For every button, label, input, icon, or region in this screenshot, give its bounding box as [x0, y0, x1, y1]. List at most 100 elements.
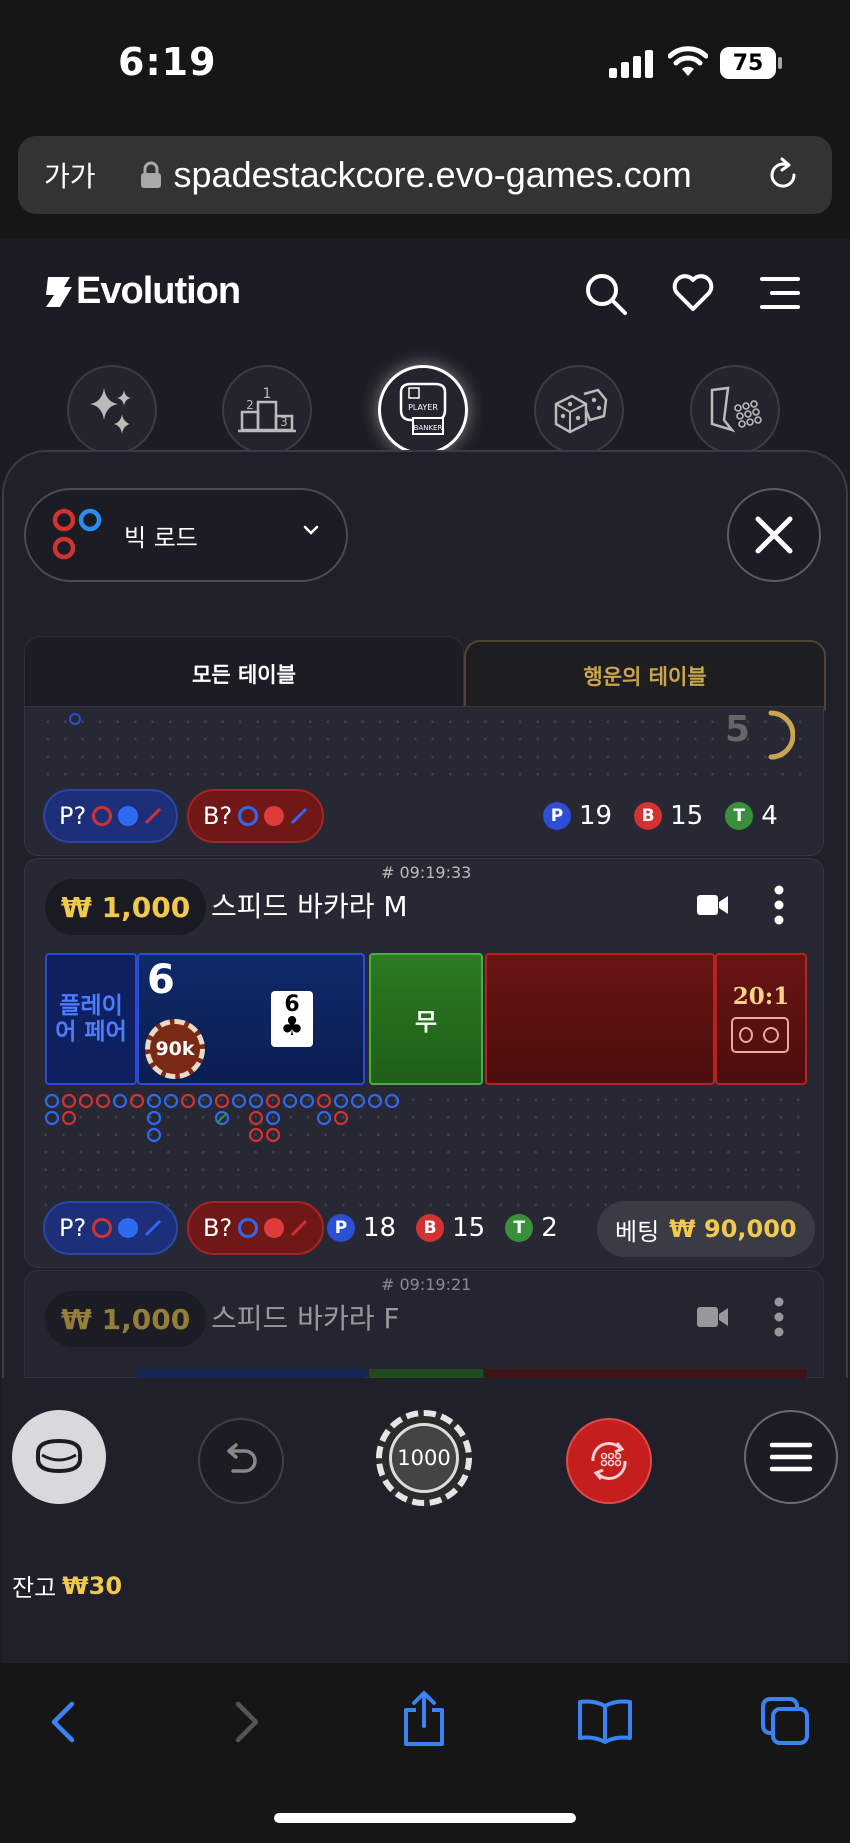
- baccarat-icon: PLAYER BANKER: [399, 382, 447, 435]
- status-time: 6:19: [118, 40, 217, 84]
- banker-pair-zone[interactable]: 20:1: [715, 953, 807, 1085]
- rebet-icon: [591, 1442, 627, 1480]
- podium-3-label: 3: [280, 415, 288, 429]
- rebet-button[interactable]: [566, 1418, 652, 1504]
- road-type-dropdown[interactable]: 빅 로드: [24, 488, 348, 582]
- wifi-icon: [668, 46, 708, 76]
- evolution-logo: Evolution: [44, 270, 241, 313]
- banker-pair-predict-button[interactable]: B?: [187, 789, 325, 843]
- player-score: 6: [147, 957, 175, 1003]
- roulette-icon: [710, 386, 762, 433]
- more-options-icon[interactable]: [773, 1297, 785, 1337]
- favorites-heart-icon[interactable]: [672, 272, 714, 312]
- big-road-icon: [52, 508, 102, 560]
- road-type-label: 빅 로드: [124, 523, 198, 552]
- tab-lucky-tables[interactable]: 행운의 테이블: [464, 640, 826, 710]
- video-camera-icon[interactable]: [697, 893, 729, 917]
- red-ring-icon: [92, 806, 113, 826]
- category-roulette[interactable]: [690, 365, 780, 455]
- balance-value: ₩30: [62, 1571, 123, 1600]
- chip-selector[interactable]: 1000: [376, 1410, 472, 1506]
- table-shape-icon: [36, 1438, 82, 1474]
- undo-button[interactable]: [198, 1418, 284, 1504]
- close-button[interactable]: [727, 488, 821, 582]
- cellular-signal-icon: [609, 50, 653, 78]
- search-icon[interactable]: [584, 272, 628, 316]
- evolution-logo-icon: [46, 276, 72, 307]
- playing-card: 6 ♣: [271, 991, 313, 1047]
- banker-pair-label: B?: [203, 1214, 233, 1242]
- player-pair-zone-label: 플레이어 페어: [55, 993, 127, 1045]
- player-zone[interactable]: 6 90k 6 ♣: [137, 953, 365, 1085]
- banker-pair-odds: 20:1: [732, 983, 790, 1010]
- placed-chip: 90k: [145, 1019, 205, 1079]
- table-view-button[interactable]: [12, 1410, 106, 1504]
- banker-badge: B: [634, 802, 663, 830]
- battery-indicator: 75: [720, 47, 776, 79]
- banker-pair-cards-icon: [731, 1017, 789, 1053]
- tie-count: 4: [761, 801, 778, 831]
- tab-all-tables[interactable]: 모든 테이블: [24, 636, 464, 710]
- banker-pair-predict-button[interactable]: B?: [187, 1201, 325, 1255]
- podium-2-label: 2: [246, 398, 254, 412]
- red-ring-icon: [92, 1218, 113, 1238]
- countdown-arc-icon: [768, 710, 795, 760]
- logo-text: Evolution: [76, 270, 241, 312]
- home-indicator: [274, 1813, 576, 1823]
- big-road-beads: [44, 1093, 400, 1143]
- banker-pair-label: B?: [203, 802, 233, 830]
- balance-label: 잔고: [12, 1574, 57, 1602]
- address-bar[interactable]: 가가 spadestackcore.evo-games.com: [18, 136, 832, 214]
- banker-zone[interactable]: [485, 953, 715, 1085]
- tabs-icon[interactable]: [760, 1696, 810, 1746]
- player-count: 19: [579, 801, 613, 831]
- reload-icon[interactable]: [764, 156, 802, 194]
- undo-icon: [227, 1443, 257, 1473]
- category-baccarat[interactable]: PLAYER BANKER: [378, 365, 468, 455]
- blue-slash-icon: [291, 807, 308, 825]
- blue-ring-icon: [238, 1218, 259, 1238]
- blue-dot-icon: [118, 806, 139, 826]
- table-card-speed-baccarat-f[interactable]: # 09:19:21 ₩ 1,000 스피드 바카라 F: [24, 1270, 824, 1379]
- menu-icon: [769, 1442, 813, 1472]
- tie-count: 2: [541, 1213, 558, 1243]
- bet-value: ₩ 90,000: [669, 1215, 797, 1243]
- banker-label: BANKER: [414, 424, 443, 432]
- text-size-button[interactable]: 가가: [44, 155, 96, 195]
- video-camera-icon[interactable]: [697, 1305, 729, 1329]
- menu-button[interactable]: [744, 1410, 838, 1504]
- podium-icon: 1 2 3: [238, 386, 296, 433]
- bet-label: 베팅: [615, 1217, 660, 1246]
- card-suit: ♣: [280, 1012, 304, 1042]
- min-bet-badge: ₩ 1,000: [45, 1291, 207, 1347]
- forward-icon[interactable]: [232, 1700, 262, 1744]
- player-pair-label: P?: [59, 1214, 87, 1242]
- table-card-speed-baccarat-m[interactable]: # 09:19:33 ₩ 1,000 스피드 바카라 M 플레이어 페어 6 9…: [24, 858, 824, 1268]
- red-dot-icon: [264, 806, 285, 826]
- table-card-previous[interactable]: 5 P? B? P 19 B 15 T4: [24, 706, 824, 856]
- result-stats: P 19 B 15 T4: [543, 801, 778, 831]
- round-id: # 09:19:21: [381, 1275, 472, 1294]
- banker-count: 15: [670, 801, 704, 831]
- tie-zone[interactable]: 무: [369, 953, 483, 1085]
- bookmarks-icon[interactable]: [576, 1698, 634, 1744]
- sparkles-icon: [90, 388, 131, 434]
- category-leaderboard[interactable]: 1 2 3: [222, 365, 312, 455]
- category-top-games[interactable]: [67, 365, 157, 455]
- dice-icon: [554, 388, 608, 434]
- player-badge: P: [327, 1214, 355, 1242]
- banker-badge: B: [416, 1214, 445, 1242]
- player-label: PLAYER: [408, 403, 438, 412]
- player-pair-predict-button[interactable]: P?: [43, 789, 179, 843]
- back-icon[interactable]: [48, 1700, 78, 1744]
- url-text: spadestackcore.evo-games.com: [173, 154, 692, 195]
- table-name: 스피드 바카라 M: [211, 890, 408, 923]
- hamburger-menu-icon[interactable]: [760, 276, 800, 310]
- player-pair-zone[interactable]: 플레이어 페어: [45, 953, 137, 1085]
- category-dice[interactable]: [534, 365, 624, 455]
- more-options-icon[interactable]: [773, 885, 785, 925]
- player-pair-predict-button[interactable]: P?: [43, 1201, 179, 1255]
- countdown-value: 5: [725, 709, 751, 750]
- share-icon[interactable]: [400, 1690, 448, 1748]
- red-dot-icon: [264, 1218, 285, 1238]
